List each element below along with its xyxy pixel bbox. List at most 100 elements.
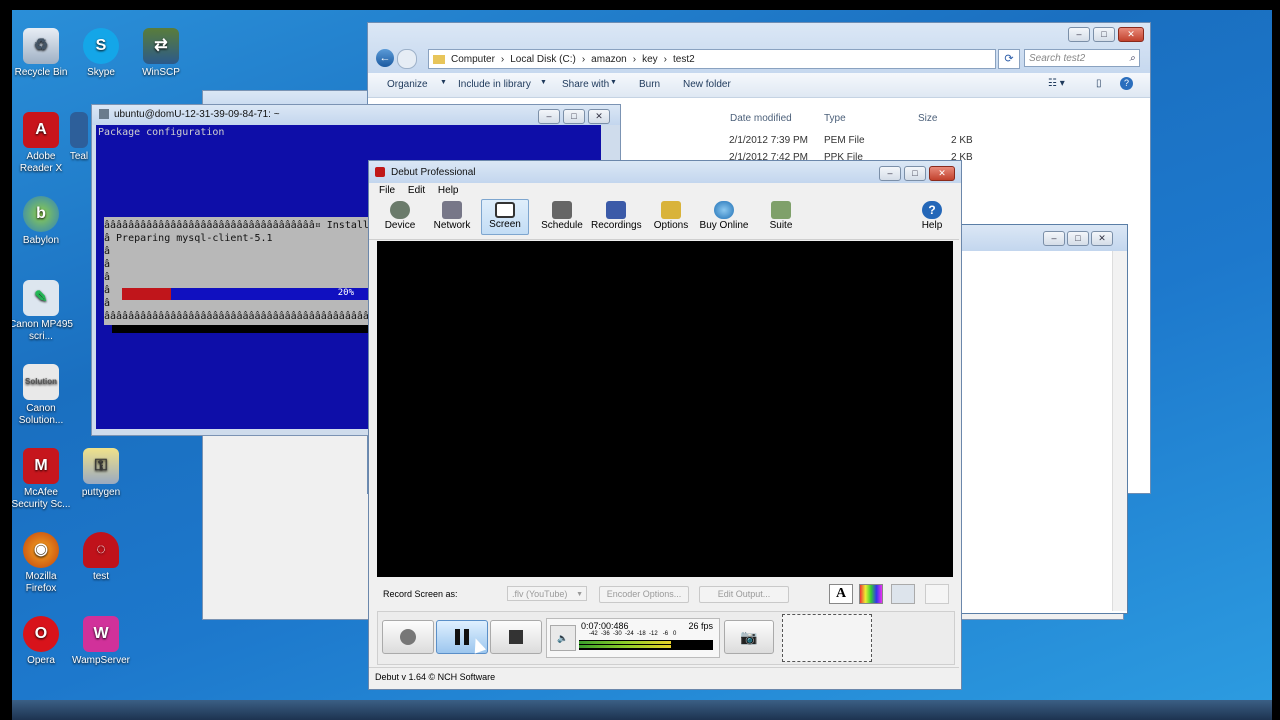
canon-icon: ✎ bbox=[23, 280, 59, 316]
new-folder-button[interactable]: New folder bbox=[683, 79, 731, 90]
stop-button[interactable] bbox=[490, 620, 542, 654]
snapshot-button[interactable]: 📷 bbox=[724, 620, 774, 654]
view-options-icon[interactable]: ☷ ▾ bbox=[1048, 78, 1065, 89]
device-button[interactable]: Device bbox=[377, 199, 423, 235]
globe-icon bbox=[714, 201, 734, 219]
breadcrumb-key[interactable]: key bbox=[642, 54, 658, 65]
extra-option-button[interactable] bbox=[925, 584, 949, 604]
options-icon bbox=[661, 201, 681, 219]
network-button[interactable]: Network bbox=[429, 199, 475, 235]
desktop-icon-recycle-bin[interactable]: ♻ Recycle Bin bbox=[12, 28, 73, 79]
adobe-reader-icon: A bbox=[23, 112, 59, 148]
breadcrumb-test2[interactable]: test2 bbox=[673, 54, 695, 65]
desktop-icon-puttygen[interactable]: ⚿ puttygen bbox=[69, 448, 133, 499]
suite-icon bbox=[771, 201, 791, 219]
putty-title: ubuntu@domU-12-31-39-09-84-71: ~ bbox=[114, 109, 280, 120]
mcafee-icon: M bbox=[23, 448, 59, 484]
desktop-icon-wampserver[interactable]: W WampServer bbox=[69, 616, 133, 667]
explorer-maximize-button[interactable]: □ bbox=[1093, 27, 1115, 42]
menu-file[interactable]: File bbox=[379, 185, 395, 196]
webcam-icon bbox=[390, 201, 410, 219]
screen-button[interactable]: Screen bbox=[481, 199, 529, 235]
putty-close-button[interactable]: ✕ bbox=[588, 109, 610, 124]
address-bar[interactable]: Computer › Local Disk (C:) › amazon › key › … bbox=[428, 49, 996, 69]
share-with-menu[interactable]: Share with bbox=[562, 79, 609, 90]
video-preview bbox=[377, 241, 953, 577]
menu-help[interactable]: Help bbox=[438, 185, 459, 196]
desktop-icon-winscp[interactable]: ⇄ WinSCP bbox=[129, 28, 193, 79]
organize-menu[interactable]: Organize bbox=[387, 79, 428, 90]
schedule-button[interactable]: Schedule bbox=[539, 199, 585, 235]
secondary-minimize-button[interactable]: – bbox=[1043, 231, 1065, 246]
back-button[interactable]: ← bbox=[376, 49, 394, 67]
encoder-options-button[interactable]: Encoder Options... bbox=[599, 586, 689, 603]
scrollbar[interactable] bbox=[1112, 251, 1127, 611]
record-as-label: Record Screen as: bbox=[383, 589, 458, 599]
breadcrumb-local-disk[interactable]: Local Disk (C:) bbox=[510, 54, 576, 65]
preview-pane-icon[interactable]: ▯ bbox=[1096, 78, 1102, 89]
video-effects-icon[interactable] bbox=[891, 584, 915, 604]
recordings-button[interactable]: Recordings bbox=[591, 199, 642, 235]
options-button[interactable]: Options bbox=[651, 199, 691, 235]
desktop-icon-firefox[interactable]: ◉ Mozilla Firefox bbox=[12, 532, 73, 595]
taskbar bbox=[12, 700, 1272, 720]
selection-area[interactable] bbox=[782, 614, 872, 662]
debut-window: Debut Professional – □ ✕ File Edit Help … bbox=[368, 160, 962, 690]
desktop-icon-babylon[interactable]: b Babylon bbox=[12, 196, 73, 247]
audio-meter-panel: 🔈 0:07:00:486 26 fps -42 -36 -30 -24 -18… bbox=[546, 618, 720, 658]
column-size[interactable]: Size bbox=[918, 113, 937, 124]
app-icon bbox=[70, 112, 88, 148]
secondary-window: – □ ✕ bbox=[960, 224, 1128, 614]
include-library-menu[interactable]: Include in library bbox=[458, 79, 531, 90]
network-icon bbox=[442, 201, 462, 219]
meter-scale: -42 -36 -30 -24 -18 -12 -6 0 bbox=[589, 631, 677, 637]
putty-minimize-button[interactable]: – bbox=[538, 109, 560, 124]
menu-edit[interactable]: Edit bbox=[408, 185, 425, 196]
desktop-icon-teal[interactable]: Teal bbox=[69, 112, 89, 163]
help-icon[interactable]: ? bbox=[1120, 77, 1133, 90]
explorer-minimize-button[interactable]: – bbox=[1068, 27, 1090, 42]
record-button[interactable] bbox=[382, 620, 434, 654]
folder-icon bbox=[433, 54, 445, 64]
help-button[interactable]: ? Help bbox=[917, 199, 947, 235]
desktop-icon-skype[interactable]: S Skype bbox=[69, 28, 133, 79]
suite-button[interactable]: Suite bbox=[761, 199, 801, 235]
secondary-close-button[interactable]: ✕ bbox=[1091, 231, 1113, 246]
text-overlay-icon[interactable]: A bbox=[829, 584, 853, 604]
skype-icon: S bbox=[83, 28, 119, 64]
opera-icon: O bbox=[23, 616, 59, 652]
recycle-bin-icon: ♻ bbox=[23, 28, 59, 64]
fps-readout: 26 fps bbox=[688, 621, 713, 631]
desktop-icon-canon-solution[interactable]: Solution Canon Solution... bbox=[12, 364, 73, 427]
desktop-icon-opera[interactable]: O Opera bbox=[12, 616, 73, 667]
pause-icon bbox=[455, 629, 460, 645]
buy-online-button[interactable]: Buy Online bbox=[697, 199, 751, 235]
desktop-icon-mcafee[interactable]: M McAfee Security Sc... bbox=[12, 448, 73, 511]
debut-close-button[interactable]: ✕ bbox=[929, 166, 955, 181]
column-date-modified[interactable]: Date modified bbox=[730, 113, 792, 124]
desktop-icon-test[interactable]: ◌ test bbox=[69, 532, 133, 583]
elapsed-time: 0:07:00:486 bbox=[581, 621, 629, 631]
format-select[interactable]: .flv (YouTube) ▼ bbox=[507, 586, 587, 601]
desktop-icon-adobe[interactable]: A Adobe Reader X bbox=[12, 112, 73, 175]
breadcrumb-computer[interactable]: Computer bbox=[451, 54, 495, 65]
debut-maximize-button[interactable]: □ bbox=[904, 166, 926, 181]
monitor-icon bbox=[495, 202, 515, 218]
volume-icon[interactable]: 🔈 bbox=[550, 625, 576, 651]
desktop-icon-canon[interactable]: ✎ Canon MP495 scri... bbox=[12, 280, 73, 343]
debut-toolbar: Device Network Screen Schedule Recording… bbox=[369, 199, 959, 240]
secondary-maximize-button[interactable]: □ bbox=[1067, 231, 1089, 246]
explorer-close-button[interactable]: ✕ bbox=[1118, 27, 1144, 42]
edit-output-button[interactable]: Edit Output... bbox=[699, 586, 789, 603]
burn-button[interactable]: Burn bbox=[639, 79, 660, 90]
breadcrumb-amazon[interactable]: amazon bbox=[591, 54, 627, 65]
refresh-icon[interactable]: ⟳ bbox=[998, 49, 1020, 69]
search-input[interactable]: Search test2 ⌕ bbox=[1024, 49, 1140, 67]
putty-maximize-button[interactable]: □ bbox=[563, 109, 585, 124]
camera-icon: 📷 bbox=[740, 629, 758, 645]
debut-minimize-button[interactable]: – bbox=[879, 166, 901, 181]
puttygen-icon: ⚿ bbox=[83, 448, 119, 484]
forward-button[interactable] bbox=[397, 49, 417, 69]
color-adjust-icon[interactable] bbox=[859, 584, 883, 604]
column-type[interactable]: Type bbox=[824, 113, 846, 124]
